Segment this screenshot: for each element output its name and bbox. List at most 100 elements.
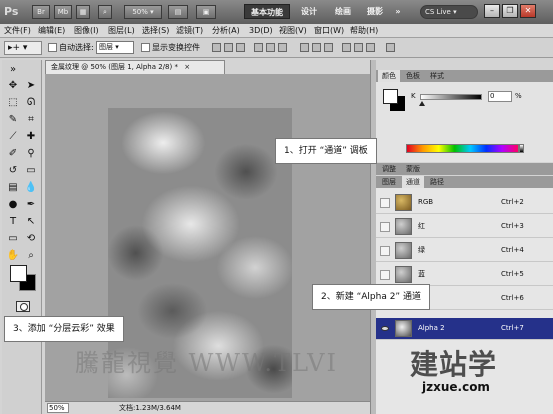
align-right-icon[interactable] — [278, 43, 287, 52]
move-arrow-icon[interactable]: ➤ — [23, 78, 39, 93]
tab-paths[interactable]: 路径 — [426, 176, 448, 188]
menu-3d[interactable]: 3D(D) — [249, 25, 273, 37]
path-select-tool-icon[interactable]: ↖ — [23, 214, 39, 229]
tab-adjustments[interactable]: 调整 — [378, 163, 400, 175]
color-bw-ramp[interactable] — [519, 144, 524, 153]
move-tool-icon: ▸+ — [8, 43, 21, 53]
quick-mask-icon[interactable] — [16, 301, 30, 312]
distribute-vcenter-icon[interactable] — [312, 43, 321, 52]
clone-stamp-tool-icon[interactable]: ⚲ — [23, 146, 39, 161]
channel-visibility-toggle[interactable] — [380, 246, 390, 256]
dodge-tool-icon[interactable]: ● — [5, 197, 21, 212]
color-k-slider-thumb[interactable] — [419, 101, 425, 106]
channel-visibility-toggle[interactable] — [380, 198, 390, 208]
zoom-tool-icon[interactable]: ⌕ — [23, 248, 39, 263]
restore-icon[interactable]: ❐ — [502, 4, 518, 18]
distribute-left-icon[interactable] — [342, 43, 351, 52]
marquee-tool-icon[interactable]: ⬚ — [5, 95, 21, 110]
tool-preset-picker[interactable]: ▸+ ▾ — [4, 41, 42, 55]
workspace-design[interactable]: 设计 — [297, 4, 321, 19]
lasso-tool-icon[interactable]: ᘏ — [23, 95, 39, 110]
auto-align-icon[interactable] — [386, 43, 395, 52]
brush-tool-icon[interactable]: ✐ — [5, 146, 21, 161]
cs-live-button[interactable]: CS Live ▾ — [420, 5, 478, 19]
menu-file[interactable]: 文件(F) — [4, 25, 31, 37]
color-k-slider[interactable] — [420, 94, 482, 100]
bridge-button[interactable]: Br — [32, 5, 50, 19]
distribute-right-icon[interactable] — [366, 43, 375, 52]
channel-row-red[interactable]: 红 Ctrl+3 — [376, 216, 553, 238]
menu-image[interactable]: 图像(I) — [74, 25, 99, 37]
eye-icon[interactable] — [381, 326, 389, 331]
tab-swatches[interactable]: 色板 — [402, 70, 424, 82]
tab-channels[interactable]: 通道 — [402, 176, 424, 188]
screen-mode-button[interactable]: ▣ — [196, 5, 216, 19]
menu-filter[interactable]: 滤镜(T) — [176, 25, 203, 37]
menu-analysis[interactable]: 分析(A) — [212, 25, 240, 37]
3d-rotate-tool-icon[interactable]: ⟲ — [23, 231, 39, 246]
blur-tool-icon[interactable]: 💧 — [23, 180, 39, 195]
show-transform-checkbox[interactable] — [141, 43, 150, 52]
menu-help[interactable]: 帮助(H) — [350, 25, 378, 37]
move-tool-icon[interactable]: ✥ — [5, 78, 21, 93]
menu-layer[interactable]: 图层(L) — [108, 25, 135, 37]
align-left-icon[interactable] — [254, 43, 263, 52]
tab-styles[interactable]: 样式 — [426, 70, 448, 82]
zoom-tool-button[interactable]: ⌕ — [98, 5, 112, 19]
minibridge-button[interactable]: Mb — [54, 5, 72, 19]
workspace-painting[interactable]: 绘画 — [331, 4, 355, 19]
workspace-photography[interactable]: 摄影 — [363, 4, 387, 19]
auto-select-checkbox[interactable] — [48, 43, 57, 52]
channel-row-green[interactable]: 绿 Ctrl+4 — [376, 240, 553, 262]
zoom-level-dropdown[interactable]: 50% ▾ — [124, 5, 162, 19]
color-k-value-input[interactable]: 0 — [488, 91, 512, 102]
channel-visibility-toggle[interactable] — [380, 222, 390, 232]
channel-row-alpha-2[interactable]: Alpha 2 Ctrl+7 — [376, 318, 553, 340]
menu-select[interactable]: 选择(S) — [142, 25, 169, 37]
toolbox-collapse-icon[interactable]: » — [5, 62, 21, 77]
minimize-icon[interactable]: – — [484, 4, 500, 18]
healing-brush-tool-icon[interactable]: ✚ — [23, 129, 39, 144]
annotation-step-3: 3、添加 “分层云彩” 效果 — [4, 316, 124, 342]
menu-view[interactable]: 视图(V) — [279, 25, 307, 37]
align-vcenter-icon[interactable] — [224, 43, 233, 52]
distribute-top-icon[interactable] — [300, 43, 309, 52]
history-brush-tool-icon[interactable]: ↺ — [5, 163, 21, 178]
workspace-essentials[interactable]: 基本功能 — [244, 4, 290, 19]
pen-tool-icon[interactable]: ✒ — [23, 197, 39, 212]
workspace-more-icon[interactable]: » — [392, 4, 404, 19]
distribute-hcenter-icon[interactable] — [354, 43, 363, 52]
document-tab-close-icon[interactable]: × — [184, 63, 190, 71]
shape-tool-icon[interactable]: ▭ — [5, 231, 21, 246]
arrange-docs-button[interactable]: ▤ — [168, 5, 188, 19]
channel-row-rgb[interactable]: RGB Ctrl+2 — [376, 192, 553, 214]
extras-button[interactable]: ▦ — [76, 5, 90, 19]
color-k-unit: % — [515, 92, 522, 100]
align-top-icon[interactable] — [212, 43, 221, 52]
tab-layers[interactable]: 图层 — [378, 176, 400, 188]
channel-row-blue[interactable]: 蓝 Ctrl+5 — [376, 264, 553, 286]
gradient-tool-icon[interactable]: ▤ — [5, 180, 21, 195]
type-tool-icon[interactable]: T — [5, 214, 21, 229]
status-zoom-field[interactable]: 50% — [47, 403, 69, 413]
color-panel-foreground-swatch[interactable] — [383, 89, 398, 104]
menu-window[interactable]: 窗口(W) — [314, 25, 344, 37]
crop-tool-icon[interactable]: ⌗ — [23, 112, 39, 127]
color-spectrum-ramp[interactable] — [406, 144, 519, 153]
quick-select-tool-icon[interactable]: ✎ — [5, 112, 21, 127]
eraser-tool-icon[interactable]: ▭ — [23, 163, 39, 178]
auto-select-dropdown[interactable]: 图层 ▾ — [96, 41, 134, 54]
close-icon[interactable]: ✕ — [520, 4, 536, 18]
channel-visibility-toggle[interactable] — [380, 270, 390, 280]
eyedropper-tool-icon[interactable]: ⟋ — [5, 129, 21, 144]
foreground-color-swatch[interactable] — [10, 265, 27, 282]
document-tab[interactable]: 金属纹理 @ 50% (图层 1, Alpha 2/8) * × — [45, 60, 225, 74]
tab-masks[interactable]: 蒙版 — [402, 163, 424, 175]
hand-tool-icon[interactable]: ✋ — [5, 248, 21, 263]
channel-shortcut: Ctrl+3 — [501, 222, 524, 230]
tab-color[interactable]: 颜色 — [378, 70, 400, 82]
menu-edit[interactable]: 编辑(E) — [38, 25, 65, 37]
align-bottom-icon[interactable] — [236, 43, 245, 52]
distribute-bottom-icon[interactable] — [324, 43, 333, 52]
align-hcenter-icon[interactable] — [266, 43, 275, 52]
